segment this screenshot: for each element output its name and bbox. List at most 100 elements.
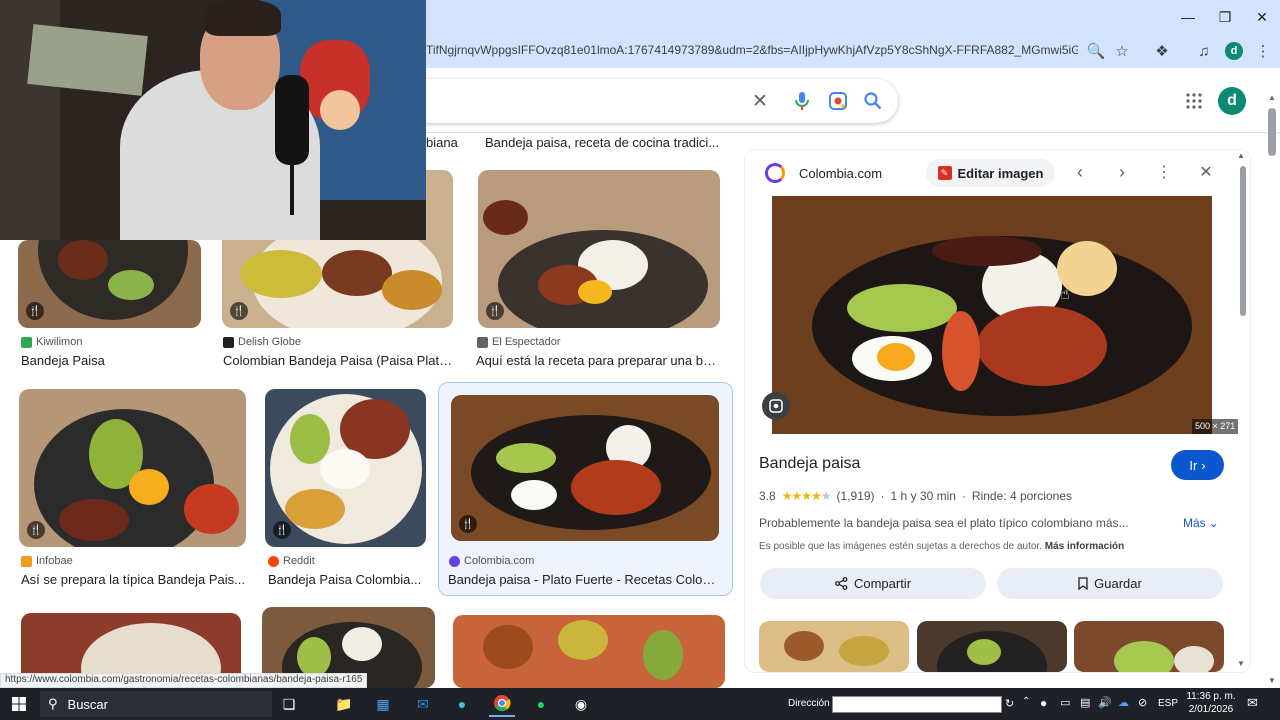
microphone xyxy=(275,75,309,165)
person-hair xyxy=(205,0,281,36)
rating-count: (1,919) xyxy=(836,489,875,503)
taskbar-search-box[interactable]: ⚲ Buscar xyxy=(40,691,272,717)
webcam-overlay xyxy=(0,0,426,240)
recipe-badge-icon: 🍴 xyxy=(273,521,291,539)
related-image-3[interactable] xyxy=(1074,621,1224,672)
address-toolbar-input[interactable] xyxy=(832,696,1002,713)
result-image-reddit[interactable]: 🍴 xyxy=(265,389,426,547)
zoom-icon[interactable]: 🔍 xyxy=(1084,40,1108,62)
related-image-1[interactable] xyxy=(759,621,909,672)
related-image-2[interactable] xyxy=(917,621,1067,672)
extensions-icon[interactable]: ❖ xyxy=(1150,40,1174,62)
result-title-delish-globe[interactable]: Colombian Bandeja Paisa (Paisa Platt... xyxy=(223,353,453,368)
onedrive-icon[interactable]: ☁ xyxy=(1118,696,1129,709)
result-source-infobae[interactable]: Infobae xyxy=(21,555,73,567)
recipe-time: 1 h y 30 min xyxy=(890,489,956,503)
top-row-title-left[interactable]: biana xyxy=(426,135,466,150)
bookmark-star-icon[interactable]: ☆ xyxy=(1110,40,1134,62)
result-title-el-espectador[interactable]: Aquí está la receta para preparar una ba… xyxy=(476,353,720,368)
restore-icon[interactable]: ❐ xyxy=(1207,0,1243,34)
microphone-stand xyxy=(290,165,294,215)
panel-scroll-down-icon[interactable]: ▼ xyxy=(1237,659,1245,668)
page-scroll-down-icon[interactable]: ▼ xyxy=(1268,676,1276,685)
clock-date: 2/01/2026 xyxy=(1188,704,1234,715)
result-title-infobae[interactable]: Así se prepara la típica Bandeja Pais... xyxy=(21,572,246,587)
lens-search-icon[interactable] xyxy=(824,88,852,114)
save-button[interactable]: Guardar xyxy=(997,568,1223,599)
close-window-icon[interactable]: ✕ xyxy=(1244,0,1280,34)
top-row-title-right[interactable]: Bandeja paisa, receta de cocina tradici.… xyxy=(485,135,725,150)
task-view-icon[interactable]: ❏ xyxy=(276,691,302,717)
minimize-icon[interactable]: — xyxy=(1170,0,1206,34)
tray-display-icon[interactable]: ▭ xyxy=(1060,696,1070,709)
page-scrollbar-thumb[interactable] xyxy=(1268,108,1276,156)
taskbar-search-icon: ⚲ xyxy=(48,696,58,711)
result-source-el-espectador[interactable]: El Espectador xyxy=(477,336,560,348)
edit-image-button[interactable]: ✎ Editar imagen xyxy=(926,159,1055,187)
network-icon[interactable]: ▤ xyxy=(1080,696,1090,709)
page-scroll-up-icon[interactable]: ▲ xyxy=(1268,93,1276,102)
address-bar-url[interactable]: TifNgjrnqvWppgsIFFOvzq81e01lmoA:17674149… xyxy=(426,43,1078,57)
result-source-delish-globe[interactable]: Delish Globe xyxy=(223,336,301,348)
recipe-badge-icon: 🍴 xyxy=(459,515,477,533)
spotify-icon[interactable]: ● xyxy=(528,691,554,717)
obs-studio-icon[interactable]: ◉ xyxy=(568,691,594,717)
address-toolbar-label: Dirección xyxy=(788,698,830,709)
more-info-link[interactable]: Más información xyxy=(1045,541,1124,552)
panel-scrollbar-thumb[interactable] xyxy=(1240,166,1246,316)
result-title-kiwilimon[interactable]: Bandeja Paisa xyxy=(21,353,201,368)
browser-menu-icon[interactable]: ⋮ xyxy=(1251,40,1275,62)
windows-start-icon[interactable] xyxy=(6,691,32,717)
result-image-colombia-com[interactable]: 🍴 xyxy=(451,395,719,541)
result-image-kiwilimon[interactable]: 🍴 xyxy=(18,240,201,328)
next-image-icon[interactable]: › xyxy=(1112,162,1132,183)
outlook-icon[interactable]: ✉ xyxy=(410,691,436,717)
taskbar-clock[interactable]: 11:36 p. m. 2/01/2026 xyxy=(1185,690,1237,716)
result-source-colombia-com[interactable]: Colombia.com xyxy=(449,555,534,567)
address-go-icon[interactable]: ↻ xyxy=(1005,697,1014,710)
lens-image-search-icon[interactable] xyxy=(762,392,790,420)
edge-browser-icon[interactable]: ● xyxy=(449,691,475,717)
close-panel-icon[interactable]: ✕ xyxy=(1196,162,1216,182)
rating-stars-icon: ★★★★★ xyxy=(781,489,832,503)
panel-source-name[interactable]: Colombia.com xyxy=(799,166,882,181)
copyright-notice: Es posible que las imágenes estén sujeta… xyxy=(759,541,1125,552)
volume-icon[interactable]: 🔊 xyxy=(1098,696,1112,709)
colombia-com-favicon-icon xyxy=(449,555,460,567)
result-image-el-espectador[interactable]: 🍴 xyxy=(478,170,720,328)
recipe-badge-icon: 🍴 xyxy=(486,302,504,320)
image-dimensions-badge: 500 × 271 xyxy=(1192,419,1239,434)
media-control-icon[interactable]: ♫ xyxy=(1192,40,1216,62)
microsoft-store-icon[interactable]: ▦ xyxy=(370,691,396,717)
result-image-infobae[interactable]: 🍴 xyxy=(19,389,246,547)
result-title-reddit[interactable]: Bandeja Paisa Colombia... xyxy=(268,572,428,587)
file-explorer-icon[interactable]: 📁 xyxy=(331,691,357,717)
result-image-row3-3[interactable] xyxy=(453,615,725,688)
delish-globe-favicon-icon xyxy=(223,336,234,348)
google-apps-icon[interactable] xyxy=(1180,88,1208,114)
chrome-browser-icon[interactable] xyxy=(489,691,515,717)
clear-search-icon[interactable]: ✕ xyxy=(746,88,774,114)
more-description-button[interactable]: Más ⌄ xyxy=(1183,516,1219,530)
previous-image-icon[interactable]: ‹ xyxy=(1070,162,1090,183)
panel-more-options-icon[interactable]: ⋮ xyxy=(1154,162,1174,182)
panel-image-title[interactable]: Bandeja paisa xyxy=(759,455,860,473)
result-source-reddit[interactable]: Reddit xyxy=(268,555,315,567)
mic-tray-icon[interactable]: ● xyxy=(1040,696,1047,710)
tray-overflow-icon[interactable]: ⌃ xyxy=(1022,696,1030,707)
profile-avatar[interactable]: d xyxy=(1218,87,1246,115)
result-source-kiwilimon[interactable]: Kiwilimon xyxy=(21,336,82,348)
visit-site-button[interactable]: Ir › xyxy=(1171,450,1224,480)
voice-search-icon[interactable] xyxy=(788,88,816,114)
result-title-colombia-com[interactable]: Bandeja paisa - Plato Fuerte - Recetas C… xyxy=(448,572,723,587)
search-submit-icon[interactable] xyxy=(859,88,887,114)
language-indicator[interactable]: ESP xyxy=(1158,698,1178,709)
panel-main-image[interactable] xyxy=(772,196,1212,434)
profile-avatar-small[interactable]: d xyxy=(1225,42,1243,60)
recipe-badge-icon: 🍴 xyxy=(230,302,248,320)
el-espectador-favicon-icon xyxy=(477,336,488,348)
notifications-icon[interactable]: ✉ xyxy=(1247,695,1258,711)
panel-scroll-up-icon[interactable]: ▲ xyxy=(1237,151,1245,160)
wifi-off-icon[interactable]: ⊘ xyxy=(1138,696,1147,709)
share-button[interactable]: Compartir xyxy=(760,568,986,599)
